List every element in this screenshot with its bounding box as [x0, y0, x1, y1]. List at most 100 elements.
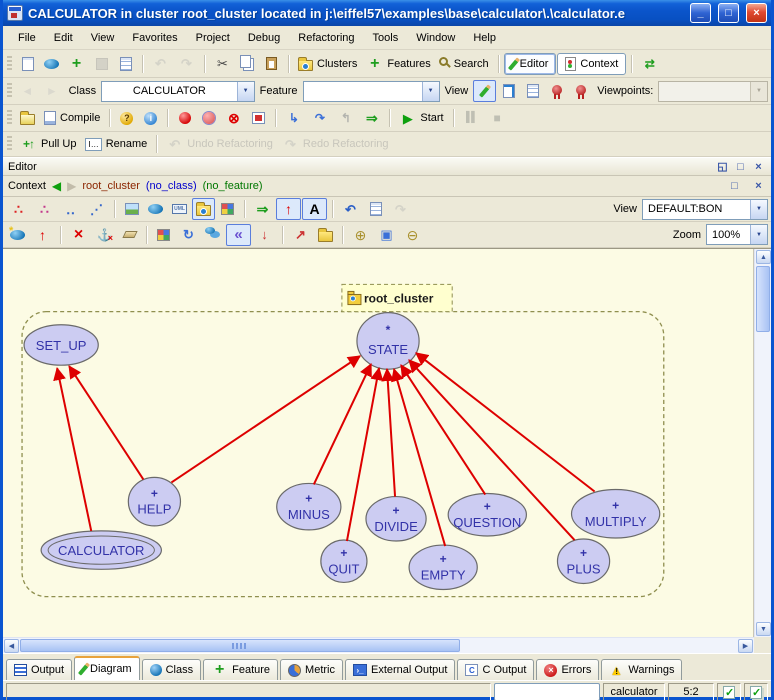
aggregate-button[interactable]	[84, 198, 109, 220]
scroll-right-icon[interactable]: ▶	[738, 639, 753, 653]
scroll-down-icon[interactable]: ▼	[756, 622, 771, 636]
close-panel-icon[interactable]: ×	[751, 180, 766, 192]
link-help-set-up[interactable]	[69, 366, 143, 479]
tab-errors[interactable]: × Errors	[536, 659, 599, 680]
chevron-down-icon[interactable]	[422, 82, 439, 101]
scroll-up-icon[interactable]: ▲	[756, 250, 771, 264]
class-combobox[interactable]: CALCULATOR	[101, 81, 255, 102]
tab-output[interactable]: Output	[6, 659, 72, 680]
feature-combobox[interactable]	[303, 81, 440, 102]
clusters-button[interactable]: Clusters	[294, 53, 361, 75]
compile-button[interactable]: Compile	[40, 107, 104, 129]
diagram-undo-button[interactable]	[338, 198, 363, 220]
diagram-view-combobox[interactable]: DEFAULT:BON	[642, 199, 768, 220]
tab-metric[interactable]: Metric	[280, 659, 343, 680]
cluster-tag[interactable]: root_cluster	[342, 284, 452, 311]
chevron-down-icon[interactable]	[750, 200, 767, 219]
create-inheritance-link-button[interactable]	[276, 198, 301, 220]
zoom-in-button[interactable]	[348, 224, 373, 246]
client-supplier-button[interactable]	[58, 198, 83, 220]
undo-button[interactable]	[148, 53, 173, 75]
create-client-link-button[interactable]	[250, 198, 275, 220]
fan-in-button[interactable]	[226, 224, 251, 246]
tab-diagram[interactable]: Diagram	[74, 656, 140, 680]
step-over-button[interactable]	[307, 107, 332, 129]
maximize-button[interactable]: □	[718, 3, 739, 23]
zoom-out-button[interactable]	[400, 224, 425, 246]
text-tool-button[interactable]	[302, 198, 327, 220]
new-class-button[interactable]	[40, 53, 63, 75]
redo-button[interactable]	[174, 53, 199, 75]
toolbar-grip[interactable]	[7, 56, 12, 72]
redo-refactoring-button[interactable]: Redo Refactoring	[278, 133, 393, 155]
window-colors-button[interactable]	[216, 198, 239, 220]
diagram-canvas[interactable]: root_cluster	[3, 249, 754, 637]
stop-button[interactable]	[485, 107, 510, 129]
rename-button[interactable]: I… Rename	[81, 133, 151, 155]
scroll-left-icon[interactable]: ◀	[4, 639, 19, 653]
menu-favorites[interactable]: Favorites	[123, 29, 186, 47]
zoom-combobox[interactable]: 100%	[706, 224, 768, 245]
history-button[interactable]	[364, 198, 387, 220]
put-handles-button[interactable]	[120, 198, 143, 220]
straighten-button[interactable]	[252, 224, 277, 246]
context-toggle-button[interactable]: Context	[557, 53, 626, 75]
link-divide-state[interactable]	[387, 369, 395, 496]
save-all-button[interactable]	[114, 53, 137, 75]
search-button[interactable]: Search	[436, 53, 493, 75]
features-button[interactable]: Features	[362, 53, 434, 75]
info-button[interactable]: i	[139, 107, 162, 129]
eraser-button[interactable]	[118, 224, 141, 246]
save-button[interactable]	[90, 53, 113, 75]
history-forward-button[interactable]	[40, 80, 64, 102]
external-editor-button[interactable]	[637, 53, 662, 75]
flat-view-button[interactable]	[521, 80, 544, 102]
breadcrumb-cluster[interactable]: root_cluster	[82, 180, 139, 192]
context-back-icon[interactable]: ◀	[52, 179, 61, 193]
breadcrumb-class[interactable]: (no_class)	[146, 180, 197, 192]
maximize-panel-icon[interactable]: □	[727, 180, 742, 192]
clickable-view-button[interactable]	[497, 80, 520, 102]
project-settings-button[interactable]	[16, 107, 39, 129]
close-panel-icon[interactable]: ×	[751, 161, 766, 173]
vertical-scrollbar[interactable]: ▲ ▼	[754, 249, 771, 637]
menu-help[interactable]: Help	[464, 29, 505, 47]
debug-run-button[interactable]	[173, 107, 196, 129]
tab-feature[interactable]: Feature	[203, 659, 278, 680]
cluster-tool-button[interactable]	[192, 198, 215, 220]
menu-edit[interactable]: Edit	[45, 29, 82, 47]
debug-window-button[interactable]	[247, 107, 270, 129]
status-search-input[interactable]	[494, 683, 600, 700]
paste-button[interactable]	[260, 53, 283, 75]
start-button[interactable]: Start	[395, 107, 447, 129]
remove-stop-points-button[interactable]	[221, 107, 246, 129]
fill-colors-button[interactable]	[152, 224, 175, 246]
context-forward-icon[interactable]: ▶	[67, 179, 76, 193]
horizontal-scrollbar[interactable]: ◀ ▶	[3, 637, 754, 653]
pull-up-button[interactable]: Pull Up	[16, 133, 80, 155]
fit-to-window-button[interactable]	[374, 224, 399, 246]
menu-debug[interactable]: Debug	[239, 29, 289, 47]
new-inheritance-button[interactable]	[30, 224, 55, 246]
delete-button[interactable]	[66, 224, 91, 246]
undo-refactoring-button[interactable]: Undo Refactoring	[162, 133, 277, 155]
toolbar-grip[interactable]	[7, 136, 12, 152]
menu-refactoring[interactable]: Refactoring	[289, 29, 363, 47]
interface-view-button[interactable]	[569, 80, 592, 102]
class-tool-button[interactable]	[144, 198, 167, 220]
new-document-button[interactable]	[16, 53, 39, 75]
toolbar-grip[interactable]	[7, 83, 12, 99]
run-to-cursor-button[interactable]	[359, 107, 384, 129]
chevron-down-icon[interactable]	[750, 225, 767, 244]
new-feature-button[interactable]	[64, 53, 89, 75]
new-class-node-button[interactable]	[6, 224, 29, 246]
contract-view-button[interactable]	[545, 80, 568, 102]
pause-button[interactable]	[459, 107, 484, 129]
cluster-hierarchy-button[interactable]	[32, 198, 57, 220]
cut-button[interactable]	[210, 53, 235, 75]
toolbar-grip[interactable]	[7, 110, 12, 126]
minimize-button[interactable]: _	[690, 3, 711, 23]
tab-external-output[interactable]: ›_ External Output	[345, 659, 455, 680]
unanchor-button[interactable]	[92, 224, 117, 246]
error-info-button[interactable]: ?	[115, 107, 138, 129]
